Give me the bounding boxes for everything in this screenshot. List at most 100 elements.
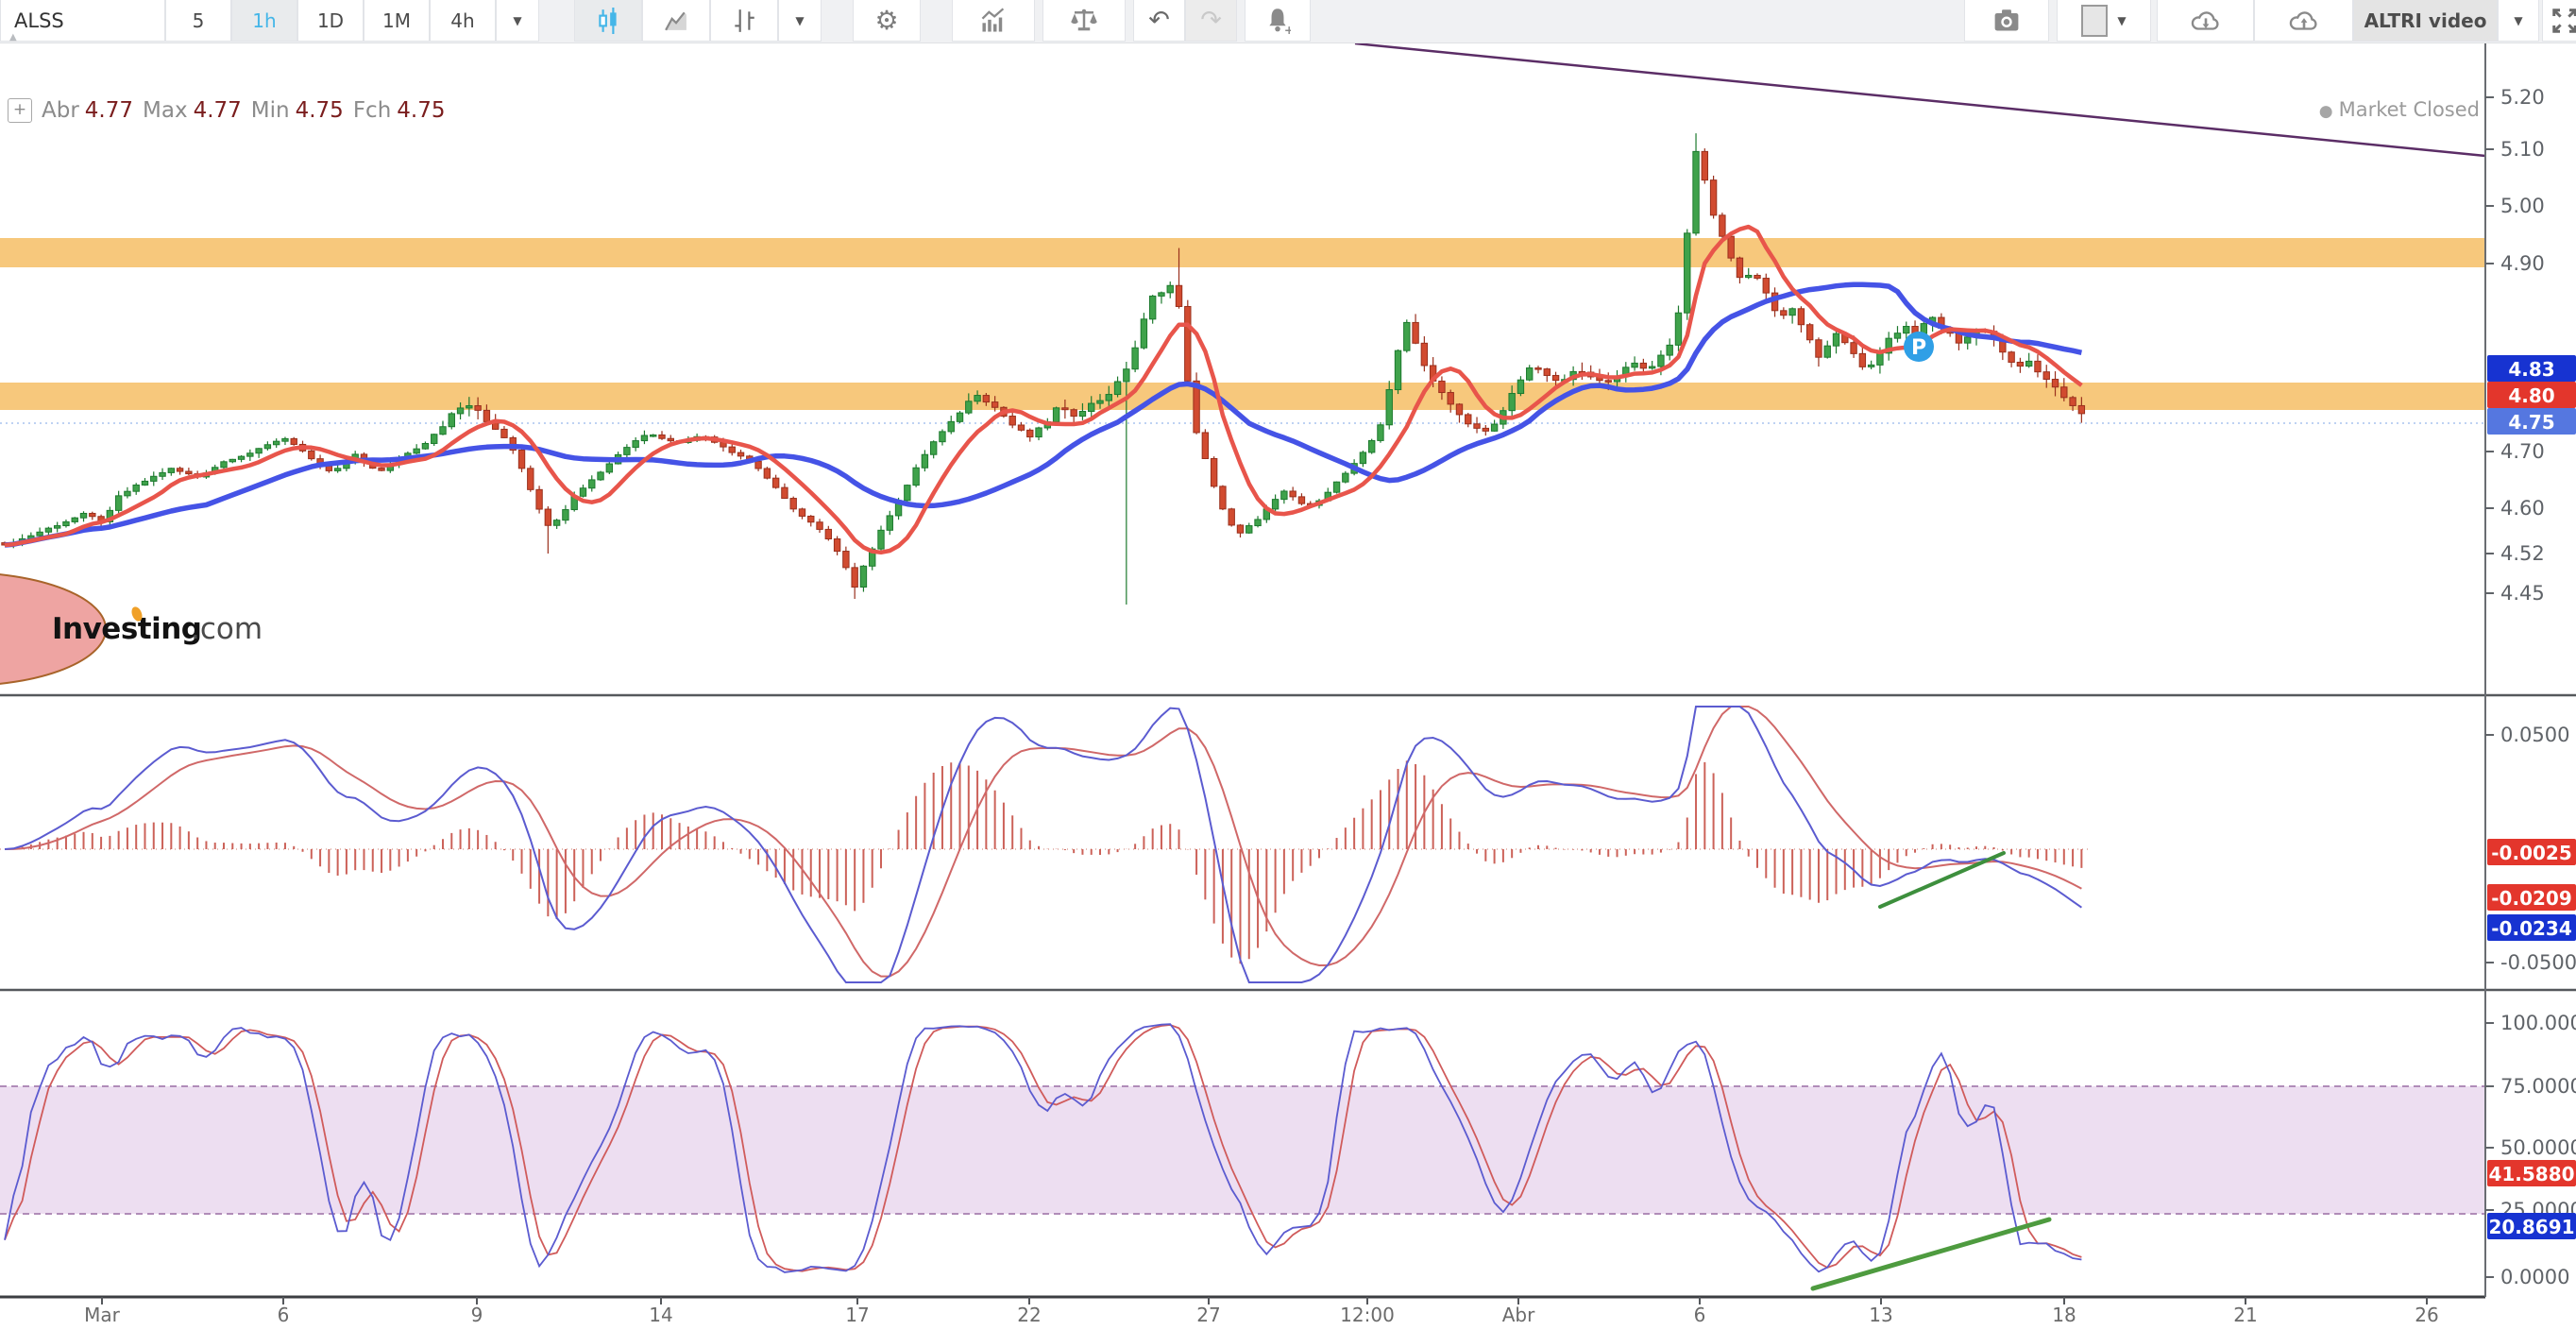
video-button[interactable]: ALTRI video (2353, 0, 2498, 42)
svg-text:+: + (1284, 22, 1291, 34)
x-tick-label: 13 (1869, 1304, 1892, 1326)
redo-icon: ↷ (1200, 6, 1222, 35)
open-label: Abr (42, 98, 79, 123)
close-label: Fch (353, 98, 391, 123)
chart-canvas[interactable]: PInvesting.com5.205.105.004.904.704.604.… (0, 0, 2576, 1330)
x-tick-label: 22 (1017, 1304, 1041, 1326)
supply-zone-band[interactable] (0, 238, 2485, 267)
price-tick-label: 4.90 (2500, 252, 2545, 275)
low-label: Min (251, 98, 290, 123)
status-text: Market Closed (2339, 98, 2480, 121)
price-tick-label: 5.00 (2500, 195, 2545, 217)
ohlc-bars-icon (732, 8, 756, 34)
axis-badge-value: -0.0209 (2491, 887, 2571, 910)
chart-type-dropdown[interactable]: ▼ (778, 0, 822, 42)
stoch-tick-label: 0.0000 (2500, 1266, 2569, 1288)
compare-button[interactable] (1042, 0, 1126, 42)
add-alert-button[interactable]: + (1245, 0, 1311, 42)
price-tick-label: 5.20 (2500, 86, 2545, 109)
axis-badge-value: 20.8691 (2488, 1216, 2574, 1238)
trading-app: { "toolbar": { "symbol": "ALSS", "timefr… (0, 0, 2576, 1330)
timeframe-dropdown[interactable]: ▼ (496, 0, 539, 42)
supply-zone-band[interactable] (0, 383, 2485, 410)
video-dropdown[interactable]: ▼ (2498, 0, 2539, 42)
compare-scales-icon (1070, 7, 1098, 35)
gear-icon: ⚙ (874, 5, 898, 36)
timeframe-1d[interactable]: 1D (297, 0, 364, 42)
axis-badge-value: -0.0025 (2491, 842, 2571, 864)
ma-slow-line (5, 284, 2081, 545)
indicators-button[interactable] (952, 0, 1035, 42)
candles-layer (2, 133, 2085, 605)
theme-selector[interactable]: ▼ (2057, 0, 2151, 42)
x-tick-label: 26 (2415, 1304, 2438, 1326)
redo-button[interactable]: ↷ (1185, 0, 1237, 42)
stoch-tick-label: 50.0000 (2500, 1136, 2576, 1159)
candlestick-chart-icon (596, 8, 620, 34)
save-layout-button[interactable] (2254, 0, 2353, 42)
chevron-down-icon: ▼ (513, 14, 521, 27)
x-tick-label: 12:00 (1340, 1304, 1395, 1326)
indicators-icon (979, 8, 1008, 34)
x-tick-label: 27 (1196, 1304, 1220, 1326)
x-tick-label: 6 (278, 1304, 290, 1326)
x-tick-label: 6 (1694, 1304, 1706, 1326)
line-chart-icon (663, 9, 689, 32)
price-tick-label: 4.52 (2500, 542, 2545, 565)
high-label: Max (143, 98, 188, 123)
timeframe-1m[interactable]: 1M (364, 0, 430, 42)
symbol-label[interactable]: ALSS (0, 0, 165, 42)
investing-logo-suffix: .com (191, 612, 263, 646)
stoch-band (0, 1086, 2485, 1214)
x-tick-label: 21 (2233, 1304, 2257, 1326)
undo-icon: ↶ (1148, 6, 1170, 35)
timeframe-1h[interactable]: 1h (231, 0, 297, 42)
close-value: 4.75 (397, 98, 445, 123)
cloud-upload-icon (2288, 7, 2320, 35)
load-layout-button[interactable] (2157, 0, 2254, 42)
price-tick-label: 4.60 (2500, 497, 2545, 520)
legend-toggle-icon[interactable]: + (8, 98, 32, 123)
stoch-tick-label: 75.0000 (2500, 1075, 2576, 1098)
fullscreen-button[interactable] (2542, 0, 2576, 42)
open-value: 4.77 (85, 98, 133, 123)
macd-tick-label: -0.0500 (2500, 951, 2576, 974)
chart-type-candles-button[interactable] (574, 0, 642, 42)
market-status: ● Market Closed (2274, 98, 2480, 121)
timeframe-5[interactable]: 5 (165, 0, 231, 42)
x-tick-label: 18 (2052, 1304, 2076, 1326)
toolbar: ALSS 5 1h 1D 1M 4h ▼ ▼ ⚙ (0, 0, 2576, 43)
x-tick-label: 17 (845, 1304, 869, 1326)
timeframe-4h[interactable]: 4h (430, 0, 496, 42)
screenshot-button[interactable] (1964, 0, 2049, 42)
toolbar-collapse-icon[interactable]: ▲ (9, 32, 17, 43)
price-tick-label: 4.70 (2500, 440, 2545, 463)
x-tick-label: 9 (471, 1304, 483, 1326)
settings-button[interactable]: ⚙ (853, 0, 921, 42)
status-dot-icon: ● (2319, 102, 2333, 121)
stoch-tick-label: 100.0000 (2500, 1012, 2576, 1034)
camera-icon (1992, 9, 2021, 33)
ohlc-readout: + Abr 4.77 Max 4.77 Min 4.75 Fch 4.75 (8, 98, 446, 123)
axis-badge-value: 4.80 (2508, 384, 2554, 407)
axis-badge-value: -0.0234 (2491, 917, 2571, 940)
chart-type-line-button[interactable] (642, 0, 710, 42)
x-tick-label: 14 (649, 1304, 672, 1326)
chevron-down-icon: ▼ (795, 14, 804, 27)
price-tick-label: 5.10 (2500, 138, 2545, 161)
axis-badge-value: 4.83 (2508, 358, 2554, 381)
undo-button[interactable]: ↶ (1133, 0, 1185, 42)
x-tick-label: Mar (84, 1304, 121, 1326)
stoch-trendline-drawing[interactable] (1813, 1219, 2049, 1288)
low-value: 4.75 (296, 98, 344, 123)
high-value: 4.77 (194, 98, 242, 123)
chevron-down-icon: ▼ (2514, 14, 2522, 27)
cloud-download-icon (2190, 7, 2222, 35)
chevron-down-icon: ▼ (2117, 14, 2126, 27)
p-marker-label: P (1911, 336, 1926, 360)
alert-bell-add-icon: + (1264, 7, 1291, 35)
price-tick-label: 4.45 (2500, 582, 2545, 605)
axis-badge-value: 4.75 (2508, 411, 2554, 434)
macd-histogram (5, 760, 2081, 963)
chart-type-bars-button[interactable] (710, 0, 778, 42)
